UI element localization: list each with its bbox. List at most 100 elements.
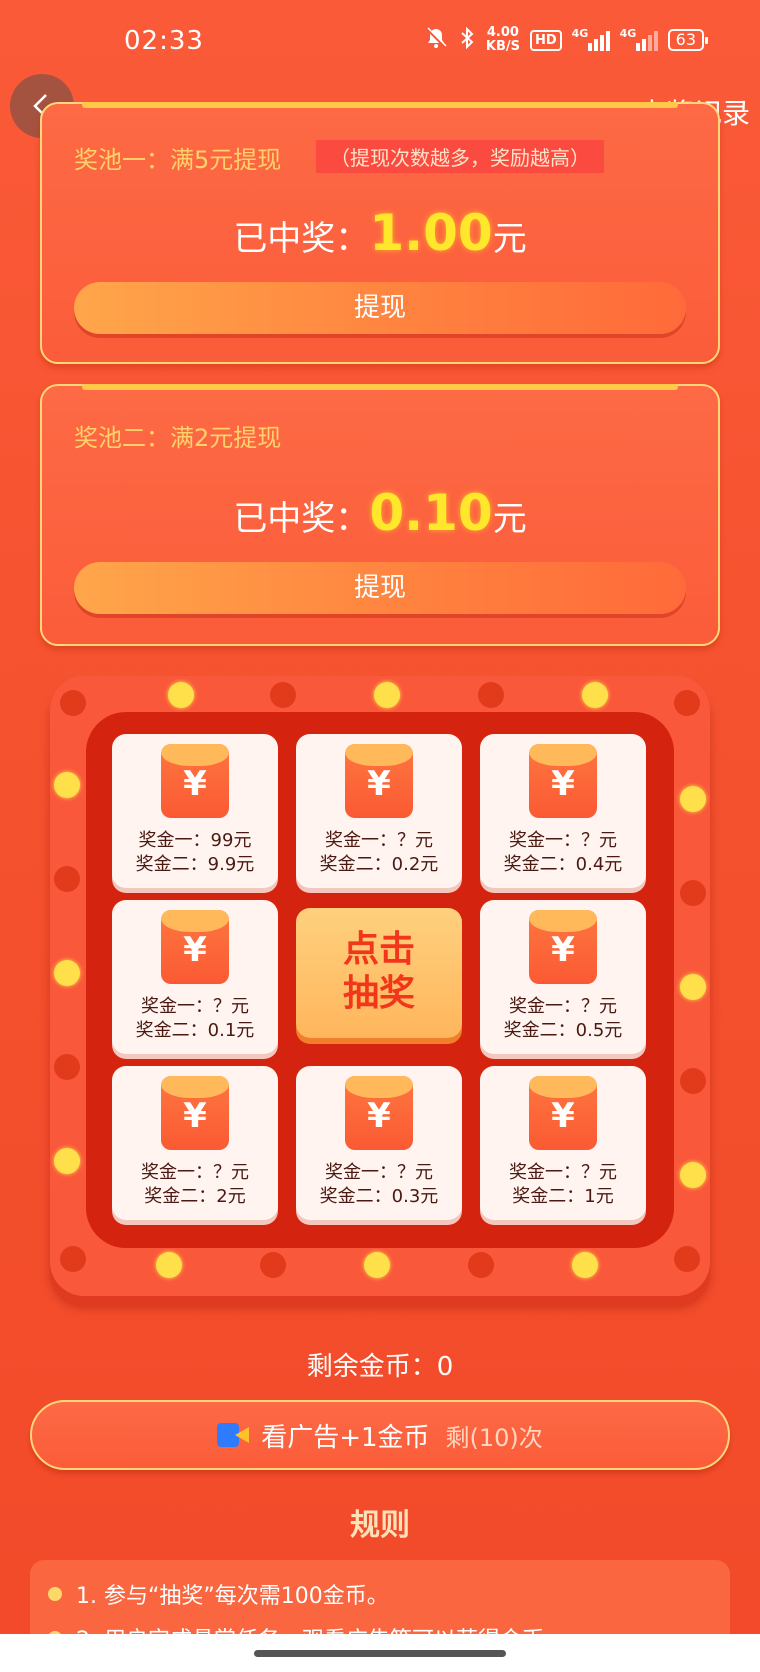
prize-2-amount: 奖金二：2元	[144, 1186, 246, 1207]
status-icons: 4.00 KB/S HD 4G 4G 63	[424, 26, 709, 54]
light-dot	[674, 690, 700, 716]
hd-badge: HD	[529, 29, 562, 51]
prize-2-amount: 奖金二：0.1元	[135, 1020, 255, 1041]
start-lottery-button[interactable]: 点击 抽奖	[296, 908, 462, 1038]
light-dot	[680, 786, 706, 812]
light-dot	[364, 1252, 390, 1278]
prize-2-amount: 奖金二：0.2元	[319, 854, 439, 875]
battery-icon: 63	[667, 29, 709, 51]
prize-2-amount: 奖金二：0.3元	[319, 1186, 439, 1207]
prize-cell-3: ¥ 奖金一：？元 奖金二：0.4元	[480, 734, 646, 888]
prize-2-amount: 奖金二：0.4元	[503, 854, 623, 875]
light-dot	[60, 1246, 86, 1272]
red-envelope-icon: ¥	[161, 744, 229, 818]
light-dot	[54, 772, 80, 798]
won-unit: 元	[492, 219, 527, 259]
prize-2-amount: 奖金二：1元	[512, 1186, 614, 1207]
red-envelope-icon: ¥	[161, 910, 229, 984]
signal-icon: 4G	[571, 27, 610, 51]
prize-1-amount: 奖金一：？元	[141, 996, 249, 1017]
prize-cell-2: ¥ 奖金一：？元 奖金二：0.2元	[296, 734, 462, 888]
signal-label: 4G	[571, 27, 589, 40]
won-amount: 1.00	[369, 204, 493, 262]
pool-2-withdraw-button[interactable]: 提现	[74, 562, 686, 614]
prize-cell-4: ¥ 奖金一：？元 奖金二：0.1元	[112, 900, 278, 1054]
light-dot	[156, 1252, 182, 1278]
signal-icon-2: 4G	[619, 27, 658, 51]
bluetooth-icon	[458, 26, 476, 54]
status-bar: 02:33 4.00 KB/S HD 4G 4G 63	[0, 0, 760, 84]
prize-cell-6: ¥ 奖金一：？元 奖金二：2元	[112, 1066, 278, 1220]
light-dot	[168, 682, 194, 708]
pool-2-title: 奖池二：满2元提现	[74, 424, 282, 452]
mute-bell-icon	[424, 26, 448, 54]
prize-cell-7: ¥ 奖金一：？元 奖金二：0.3元	[296, 1066, 462, 1220]
card-top-highlight	[82, 102, 678, 108]
home-indicator[interactable]	[254, 1650, 506, 1657]
light-dot	[680, 880, 706, 906]
card-top-highlight	[82, 384, 678, 390]
pool-1-note: （提现次数越多，奖励越高）	[316, 140, 604, 173]
light-dot	[54, 1054, 80, 1080]
prize-cell-5: ¥ 奖金一：？元 奖金二：0.5元	[480, 900, 646, 1054]
rules-title: 规则	[350, 1508, 410, 1543]
light-dot	[60, 690, 86, 716]
status-time: 02:33	[124, 26, 204, 56]
red-envelope-icon: ¥	[529, 910, 597, 984]
signal-label-2: 4G	[619, 27, 637, 40]
light-dot	[54, 866, 80, 892]
prize-1-amount: 奖金一：？元	[509, 996, 617, 1017]
prize-cell-8: ¥ 奖金一：？元 奖金二：1元	[480, 1066, 646, 1220]
light-dot	[54, 1148, 80, 1174]
prize-1-amount: 奖金一：？元	[509, 830, 617, 851]
light-dot	[674, 1246, 700, 1272]
ad-remaining-count: 剩(10)次	[445, 1423, 543, 1452]
won-label: 已中奖：	[233, 499, 370, 539]
light-dot	[374, 682, 400, 708]
start-label-line1: 点击	[342, 929, 415, 970]
prize-1-amount: 奖金一：？元	[325, 830, 433, 851]
light-dot	[260, 1252, 286, 1278]
lottery-board: ¥ 奖金一：99元 奖金二：9.9元 ¥ 奖金一：？元 奖金二：0.2元 ¥ 奖…	[50, 676, 710, 1296]
light-dot	[572, 1252, 598, 1278]
prize-1-amount: 奖金一：？元	[325, 1162, 433, 1183]
pool-1-title: 奖池一：满5元提现	[74, 146, 282, 174]
light-dot	[468, 1252, 494, 1278]
light-dot	[680, 1162, 706, 1188]
light-dot	[680, 974, 706, 1000]
start-label-line2: 抽奖	[342, 973, 415, 1014]
prize-1-amount: 奖金一：？元	[141, 1162, 249, 1183]
prize-pool-2-card: 奖池二：满2元提现 已中奖：0.10元 提现	[40, 384, 720, 646]
won-amount: 0.10	[369, 484, 493, 542]
prize-pool-1-card: 奖池一：满5元提现 （提现次数越多，奖励越高） 已中奖：1.00元 提现	[40, 102, 720, 364]
watch-ad-button[interactable]: 看广告+1金币 剩(10)次	[30, 1400, 730, 1470]
watch-ad-label: 看广告+1金币	[261, 1422, 430, 1453]
bullet-dot	[48, 1587, 62, 1601]
light-dot	[270, 682, 296, 708]
light-dot	[582, 682, 608, 708]
won-label: 已中奖：	[233, 219, 370, 259]
remaining-coins: 剩余金币：0	[306, 1352, 454, 1382]
light-dot	[54, 960, 80, 986]
red-envelope-icon: ¥	[345, 1076, 413, 1150]
red-envelope-icon: ¥	[161, 1076, 229, 1150]
prize-2-amount: 奖金二：9.9元	[135, 854, 255, 875]
video-ad-icon	[217, 1421, 251, 1449]
light-dot	[680, 1068, 706, 1094]
prize-cell-1: ¥ 奖金一：99元 奖金二：9.9元	[112, 734, 278, 888]
red-envelope-icon: ¥	[529, 1076, 597, 1150]
light-dot	[478, 682, 504, 708]
prize-1-amount: 奖金一：99元	[138, 830, 252, 851]
net-speed: 4.00 KB/S	[486, 26, 520, 54]
lottery-grid: ¥ 奖金一：99元 奖金二：9.9元 ¥ 奖金一：？元 奖金二：0.2元 ¥ 奖…	[86, 712, 674, 1248]
pool-1-withdraw-button[interactable]: 提现	[74, 282, 686, 334]
net-speed-unit: KB/S	[485, 39, 520, 54]
rule-text: 1. 参与“抽奖”每次需100金币。	[76, 1584, 389, 1609]
red-envelope-icon: ¥	[529, 744, 597, 818]
pool-2-won-row: 已中奖：0.10元	[42, 484, 718, 542]
prize-2-amount: 奖金二：0.5元	[503, 1020, 623, 1041]
won-unit: 元	[492, 499, 527, 539]
net-speed-value: 4.00	[486, 25, 519, 40]
red-envelope-icon: ¥	[345, 744, 413, 818]
prize-1-amount: 奖金一：？元	[509, 1162, 617, 1183]
